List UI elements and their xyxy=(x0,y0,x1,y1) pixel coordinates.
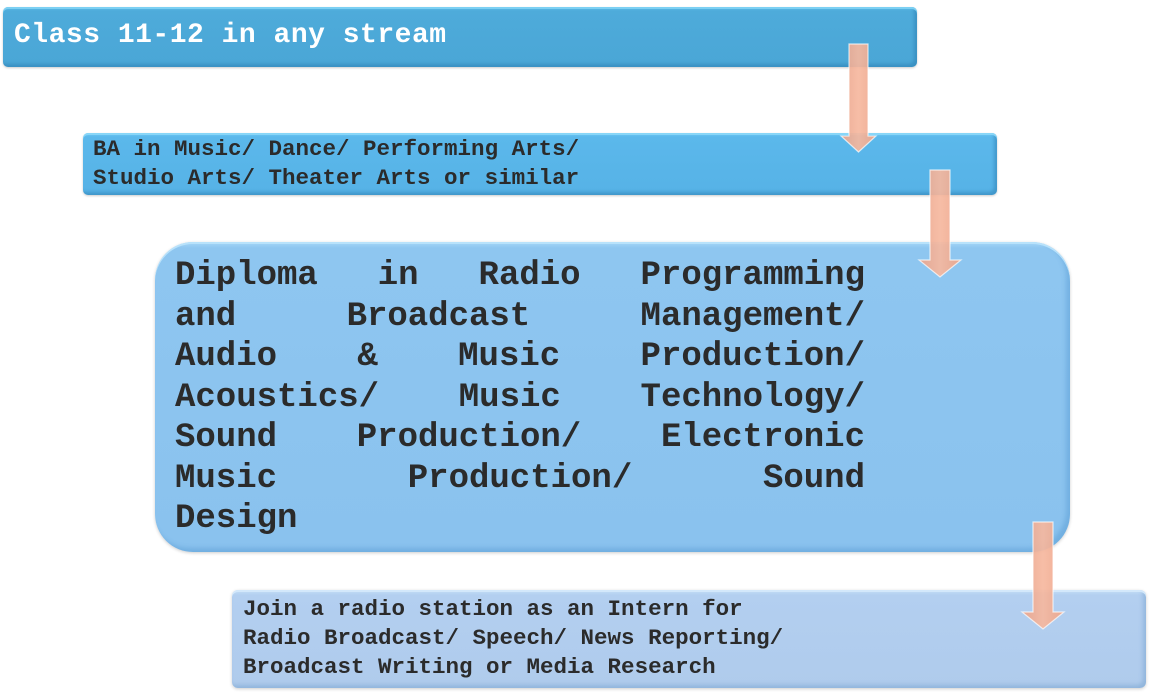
word: Music xyxy=(458,338,561,376)
word: Production/ xyxy=(407,459,633,498)
down-arrow-icon xyxy=(917,169,963,278)
word: Production/ xyxy=(356,419,582,457)
word: Sound xyxy=(175,419,278,457)
step-2-line: Studio Arts/ Theater Arts or similar xyxy=(93,165,580,191)
word: Sound xyxy=(762,459,865,498)
step-3-line: Music Production/ Sound xyxy=(175,459,865,500)
word: Acoustics/ xyxy=(175,378,380,417)
word: Music xyxy=(458,378,561,417)
word: Production/ xyxy=(640,338,865,376)
word: Diploma xyxy=(175,257,318,295)
step-4-line: Radio Broadcast/ Speech/ News Reporting/ xyxy=(243,625,784,651)
step-3-line: Acoustics/ Music Technology/ xyxy=(175,378,865,419)
step-1-box: Class 11-12 in any stream xyxy=(3,7,917,67)
word: Design xyxy=(175,500,298,538)
word: Electronic xyxy=(660,419,865,457)
step-3-line: Design xyxy=(175,499,865,540)
word: Management/ xyxy=(640,297,865,336)
down-arrow-icon xyxy=(1020,521,1066,630)
step-1-text: Class 11-12 in any stream xyxy=(14,20,447,51)
step-3-line: Diploma in Radio Programming xyxy=(175,256,865,297)
step-3-line: Audio & Music Production/ xyxy=(175,337,865,378)
step-4-box: Join a radio station as an Intern for Rad… xyxy=(232,590,1146,688)
word: Radio xyxy=(478,257,581,295)
down-arrow-icon xyxy=(839,43,878,153)
step-3-line: Sound Production/ Electronic xyxy=(175,418,865,459)
word: & xyxy=(357,338,378,376)
step-4-line: Broadcast Writing or Media Research xyxy=(243,654,716,680)
word: and xyxy=(175,297,237,336)
step-4-line: Join a radio station as an Intern for xyxy=(243,596,743,622)
word: Music xyxy=(175,459,278,498)
step-3-box: Diploma in Radio Programming and Broadca… xyxy=(155,242,1070,552)
word: Broadcast xyxy=(346,297,531,336)
word: in xyxy=(377,257,419,295)
word: Programming xyxy=(640,257,865,295)
word: Technology/ xyxy=(640,378,865,417)
word: Audio xyxy=(175,338,278,376)
step-3-line: and Broadcast Management/ xyxy=(175,297,865,338)
